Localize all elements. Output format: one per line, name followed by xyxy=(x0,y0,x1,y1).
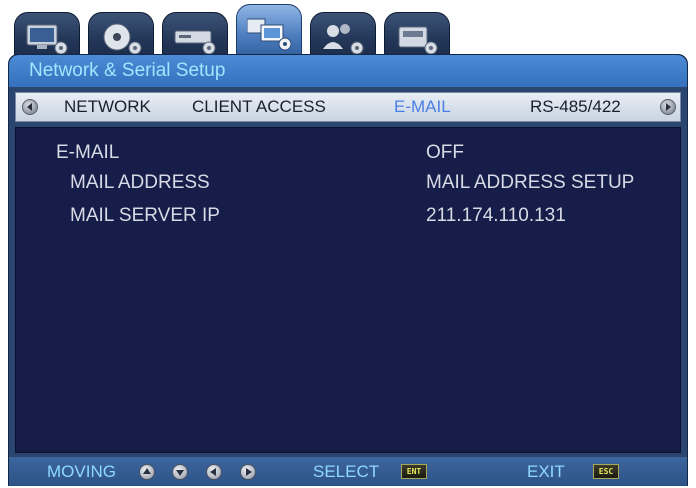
up-arrow-icon xyxy=(139,464,155,480)
tab-display[interactable] xyxy=(14,12,80,60)
right-arrow-icon xyxy=(240,464,256,480)
prev-subtab-button[interactable] xyxy=(22,99,38,115)
tab-record[interactable] xyxy=(162,12,228,60)
moving-label: MOVING xyxy=(47,462,116,481)
footer-help-bar: MOVING SELECT ENT EXIT ESC xyxy=(9,457,687,486)
tab-user[interactable] xyxy=(310,12,376,60)
user-settings-icon xyxy=(323,24,364,55)
title-bar: Network & Serial Setup xyxy=(9,55,687,87)
tab-storage[interactable] xyxy=(88,12,154,60)
down-arrow-icon xyxy=(172,464,188,480)
arrow-left-icon xyxy=(27,103,32,111)
arrow-right-icon xyxy=(666,103,671,111)
setup-panel: Network & Serial Setup NETWORK CLIENT AC… xyxy=(8,54,688,486)
tab-email[interactable]: E-MAIL xyxy=(394,97,451,117)
network-settings-icon xyxy=(247,18,292,51)
subtab-bar: NETWORK CLIENT ACCESS E-MAIL RS-485/422 xyxy=(15,92,681,122)
mail-address-value[interactable]: MAIL ADDRESS SETUP xyxy=(426,172,634,194)
email-label: E-MAIL xyxy=(56,142,120,163)
next-subtab-button[interactable] xyxy=(660,99,676,115)
tab-rs485[interactable]: RS-485/422 xyxy=(530,97,621,117)
exit-label: EXIT xyxy=(527,462,565,481)
tab-client-access[interactable]: CLIENT ACCESS xyxy=(192,97,326,117)
tab-system[interactable] xyxy=(384,12,450,60)
enter-key-icon: ENT xyxy=(401,464,427,479)
disc-settings-icon xyxy=(103,23,142,55)
mail-server-ip-label: MAIL SERVER IP xyxy=(70,205,220,226)
mail-server-ip-value[interactable]: 211.174.110.131 xyxy=(426,205,566,227)
settings-content: E-MAIL OFF MAIL ADDRESS MAIL ADDRESS SET… xyxy=(15,127,681,453)
recorder-settings-icon xyxy=(174,30,216,55)
select-label: SELECT xyxy=(313,462,380,481)
left-arrow-icon xyxy=(206,464,222,480)
escape-key-icon: ESC xyxy=(593,464,619,479)
mail-address-label: MAIL ADDRESS xyxy=(70,172,210,193)
tab-network-sub[interactable]: NETWORK xyxy=(64,97,151,117)
tab-network[interactable] xyxy=(236,4,302,60)
email-value[interactable]: OFF xyxy=(426,142,464,164)
system-settings-icon xyxy=(398,26,438,55)
monitor-settings-icon xyxy=(26,24,68,55)
page-title: Network & Serial Setup xyxy=(29,60,226,81)
